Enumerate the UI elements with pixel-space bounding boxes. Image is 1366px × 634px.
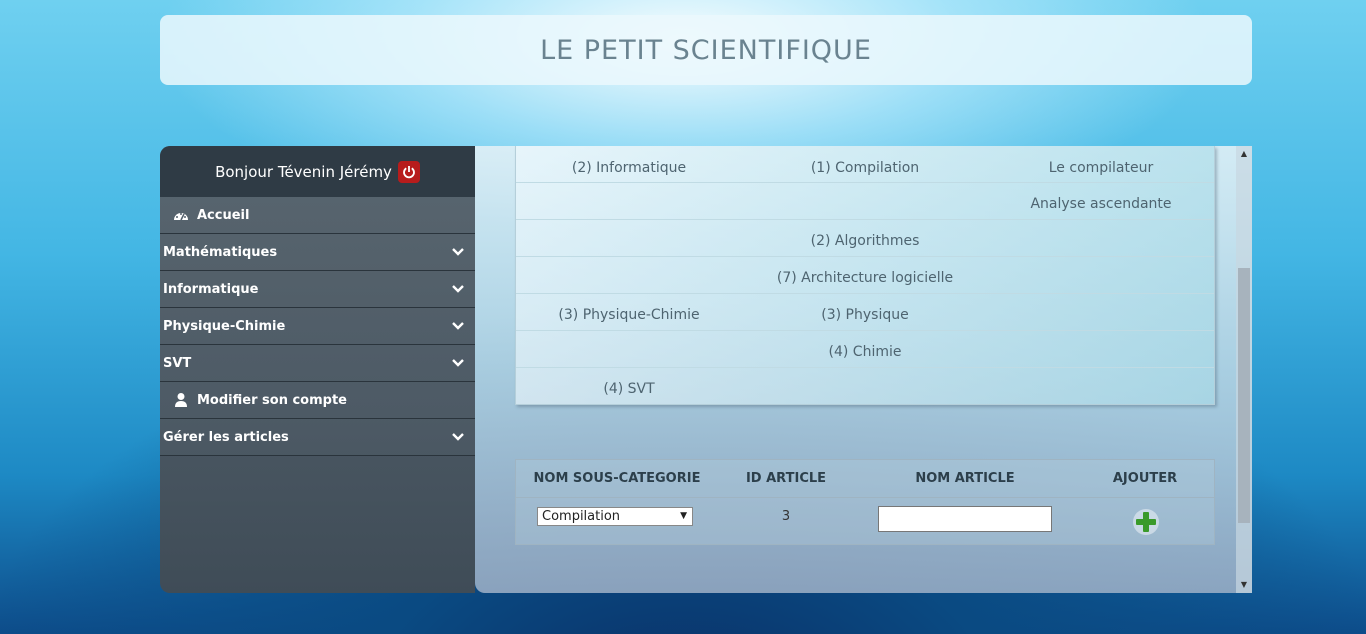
main-content: (2) Informatique (1) Compilation Le comp… [475, 146, 1252, 593]
table-row: (4) SVT [516, 368, 1214, 404]
sidebar-item-label: Modifier son compte [197, 392, 347, 408]
power-icon[interactable] [397, 160, 420, 183]
subcategory-cell: (2) Algorithmes [810, 233, 920, 249]
sidebar-item-label: Physique-Chimie [163, 318, 286, 334]
site-title: LE PETIT SCIENTIFIQUE [540, 34, 872, 66]
category-cell: (3) Physique-Chimie [558, 307, 700, 323]
chevron-down-icon [452, 322, 464, 330]
add-form-row: Compilation ▼ 3 [516, 498, 1214, 544]
sidebar-item-gerer-articles[interactable]: Gérer les articles [160, 419, 475, 456]
vertical-scrollbar[interactable]: ▲ ▼ [1236, 146, 1252, 593]
sidebar: Bonjour Tévenin Jérémy Accueil Mathémati… [160, 146, 475, 593]
add-article-form: NOM SOUS-CATEGORIE ID ARTICLE NOM ARTICL… [515, 459, 1215, 545]
sidebar-item-label: Accueil [197, 207, 250, 223]
scroll-down-arrow-icon[interactable]: ▼ [1236, 577, 1252, 593]
dropdown-arrow-icon: ▼ [680, 511, 687, 521]
sidebar-item-label: Informatique [163, 281, 259, 297]
sidebar-item-label: Mathématiques [163, 244, 278, 260]
scroll-up-arrow-icon[interactable]: ▲ [1236, 146, 1252, 162]
chevron-down-icon [452, 285, 464, 293]
table-row: (7) Architecture logicielle [516, 257, 1214, 294]
sidebar-item-label: Gérer les articles [163, 429, 289, 445]
subcategory-cell: (4) Chimie [828, 344, 902, 360]
category-cell: (4) SVT [603, 381, 655, 397]
article-cell[interactable]: Analyse ascendante [1030, 183, 1171, 225]
dashboard-icon [172, 207, 190, 223]
table-row: (4) Chimie [516, 331, 1214, 368]
table-row: (3) Physique-Chimie (3) Physique [516, 294, 1214, 331]
table-row: (2) Informatique (1) Compilation Le comp… [516, 146, 1214, 183]
subcategory-select-value: Compilation [542, 509, 621, 524]
table-row: (2) Algorithmes [516, 220, 1214, 257]
category-table: (2) Informatique (1) Compilation Le comp… [515, 146, 1215, 405]
column-header-id: ID ARTICLE [745, 471, 827, 486]
table-row: Analyse ascendante [516, 183, 1214, 220]
chevron-down-icon [452, 433, 464, 441]
subcategory-select[interactable]: Compilation ▼ [537, 507, 693, 526]
chevron-down-icon [452, 359, 464, 367]
chevron-down-icon [452, 248, 464, 256]
add-form-header: NOM SOUS-CATEGORIE ID ARTICLE NOM ARTICL… [516, 460, 1214, 498]
article-name-input[interactable] [878, 506, 1052, 532]
sidebar-header: Bonjour Tévenin Jérémy [160, 146, 475, 197]
article-id-value: 3 [781, 509, 791, 524]
sidebar-item-physique-chimie[interactable]: Physique-Chimie [160, 308, 475, 345]
subcategory-cell: (7) Architecture logicielle [776, 270, 954, 286]
sidebar-item-modifier-compte[interactable]: Modifier son compte [160, 382, 475, 419]
column-header-subcategory: NOM SOUS-CATEGORIE [533, 471, 701, 486]
subcategory-cell: (3) Physique [821, 307, 909, 323]
column-header-add: AJOUTER [1112, 471, 1178, 486]
greeting-text: Bonjour Tévenin Jérémy [215, 162, 392, 181]
user-icon [172, 392, 190, 408]
sidebar-item-svt[interactable]: SVT [160, 345, 475, 382]
sidebar-item-informatique[interactable]: Informatique [160, 271, 475, 308]
scrollbar-thumb[interactable] [1238, 268, 1250, 523]
column-header-name: NOM ARTICLE [915, 471, 1015, 486]
sidebar-item-mathematiques[interactable]: Mathématiques [160, 234, 475, 271]
add-plus-icon[interactable] [1132, 508, 1160, 536]
sidebar-item-accueil[interactable]: Accueil [160, 197, 475, 234]
site-header: LE PETIT SCIENTIFIQUE [160, 15, 1252, 85]
sidebar-item-label: SVT [163, 355, 192, 371]
